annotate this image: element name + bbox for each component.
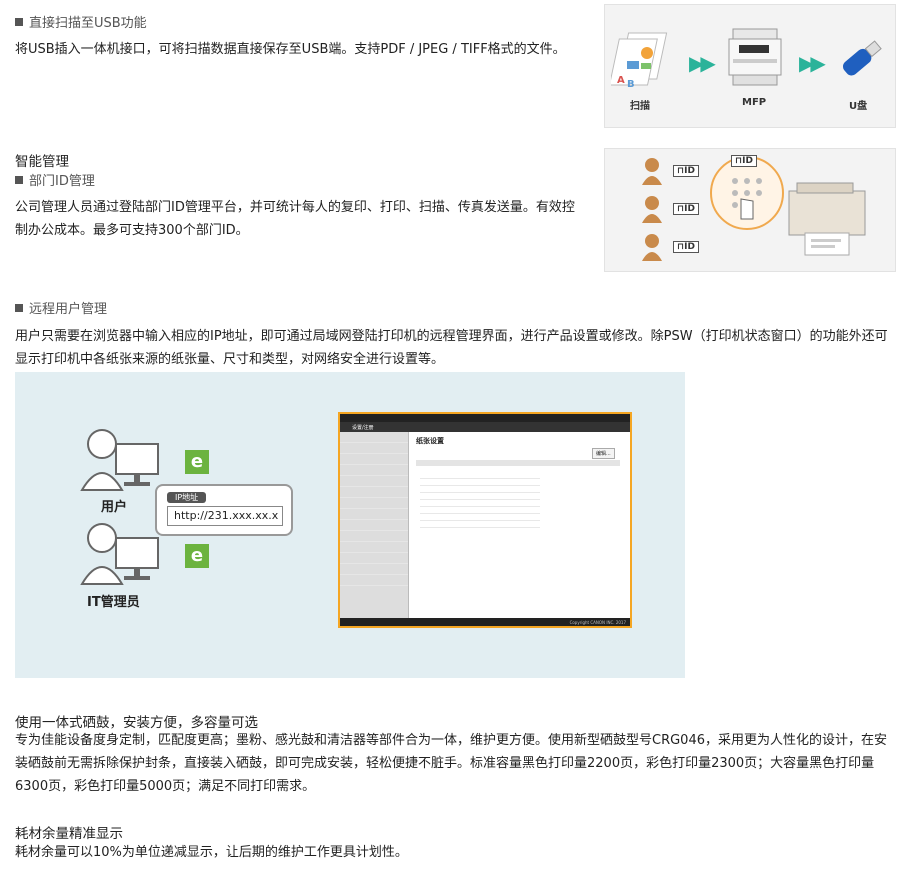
screen-settings-rows [420, 472, 540, 532]
menu-item[interactable] [340, 520, 408, 531]
menu-item[interactable] [340, 542, 408, 553]
menu-item[interactable] [340, 454, 408, 465]
remote-ui-screenshot: 设置/注册 纸张设置 编辑... Copyright CANON INC. 20… [338, 412, 632, 628]
cartridge-heading: 使用一体式硒鼓，安装方便，多容量可选 [15, 715, 258, 731]
menu-item[interactable] [340, 553, 408, 564]
screen-copyright: Copyright CANON INC. 2017 [569, 620, 626, 625]
heading-text: 直接扫描至USB功能 [29, 16, 147, 31]
consumables-heading: 耗材余量精准显示 [15, 826, 123, 842]
menu-item[interactable] [340, 498, 408, 509]
section-heading-usb-scan: 直接扫描至USB功能 [15, 12, 147, 31]
menu-item[interactable] [340, 564, 408, 575]
id-badge: ⊓ID [673, 165, 699, 177]
screen-title: 设置/注册 [352, 425, 374, 431]
heading-text: 部门ID管理 [29, 174, 95, 189]
dept-id-description: 公司管理人员通过登陆部门ID管理平台，并可统计每人的复印、打印、扫描、传真发送量… [15, 200, 575, 238]
square-bullet-icon [15, 176, 23, 184]
menu-item[interactable] [340, 465, 408, 476]
document-pages-icon: A B [611, 32, 668, 89]
screen-edit-button[interactable]: 编辑... [592, 448, 615, 459]
menu-item[interactable] [340, 443, 408, 454]
menu-item[interactable] [340, 476, 408, 487]
section-heading-remote: 远程用户管理 [15, 298, 107, 317]
menu-item[interactable] [340, 575, 408, 586]
heading-text: 远程用户管理 [29, 302, 108, 317]
browser-e-icon: e [185, 450, 209, 474]
remote-description: 用户只需要在浏览器中输入相应的IP地址，即可通过局域网登陆打印机的远程管理界面，… [15, 329, 888, 367]
id-badge-text: ID [684, 242, 695, 252]
screen-footer: Copyright CANON INC. 2017 [340, 618, 630, 626]
browser-e-icon: e [185, 544, 209, 568]
usb-scan-figure: A B 扫描 ▶▶ MFP ▶▶ U盘 [604, 4, 896, 128]
screen-sidebar [340, 432, 409, 622]
remote-ui-figure: 用户 IT管理员 e e IP地址 http://231.xxx.xx.x 设置… [15, 372, 685, 678]
user-caption: 用户 [101, 500, 128, 515]
screen-page-title: 纸张设置 [416, 437, 444, 445]
mfp-caption: MFP [742, 97, 767, 108]
consumables-description: 耗材余量可以10%为单位递减显示，让后期的维护工作更具计划性。 [15, 845, 408, 860]
menu-item[interactable] [340, 432, 408, 443]
ip-address-bubble: IP地址 http://231.xxx.xx.x [155, 484, 293, 536]
id-badge: ⊓ID [673, 203, 699, 215]
user-avatar-icon [642, 234, 662, 261]
dept-id-figure: ⊓ID ⊓ID ⊓ID ⊓ID [604, 148, 896, 272]
square-bullet-icon [15, 304, 23, 312]
svg-text:A: A [617, 75, 625, 86]
cartridge-description: 专为佳能设备度身定制，匹配度更高；墨粉、感光鼓和清洁器等部件合为一体，维护更方便… [15, 733, 887, 794]
screen-section-bar [416, 460, 620, 466]
menu-item[interactable] [340, 487, 408, 498]
id-badge-text: ID [742, 156, 753, 166]
user-avatar-icon [642, 196, 662, 223]
arrow-icon: ▶▶ [689, 51, 716, 75]
svg-text:B: B [627, 79, 635, 89]
menu-item[interactable] [340, 509, 408, 520]
id-badge: ⊓ID [731, 155, 757, 167]
screen-top-bar [340, 414, 630, 422]
usb-scan-description: 将USB插入一体机接口，可将扫描数据直接保存至USB端。支持PDF / JPEG… [15, 42, 566, 57]
id-badge-text: ID [684, 166, 695, 176]
ip-input[interactable]: http://231.xxx.xx.x [167, 506, 283, 526]
scan-caption: 扫描 [630, 101, 650, 112]
square-bullet-icon [15, 18, 23, 26]
menu-item[interactable] [340, 531, 408, 542]
mfp-printer-icon [728, 28, 782, 86]
screen-title-bar: 设置/注册 [340, 422, 630, 432]
admin-caption: IT管理员 [87, 595, 140, 610]
user-avatar-icon [642, 158, 662, 185]
section-heading-dept-id: 部门ID管理 [15, 170, 95, 189]
id-badge-text: ID [684, 204, 695, 214]
smart-management-heading: 智能管理 [15, 154, 69, 170]
ip-label: IP地址 [167, 492, 207, 503]
usb-caption: U盘 [849, 101, 868, 112]
printer-icon [788, 182, 866, 256]
id-badge: ⊓ID [673, 241, 699, 253]
arrow-icon: ▶▶ [799, 51, 826, 75]
usb-drive-icon [842, 40, 882, 76]
